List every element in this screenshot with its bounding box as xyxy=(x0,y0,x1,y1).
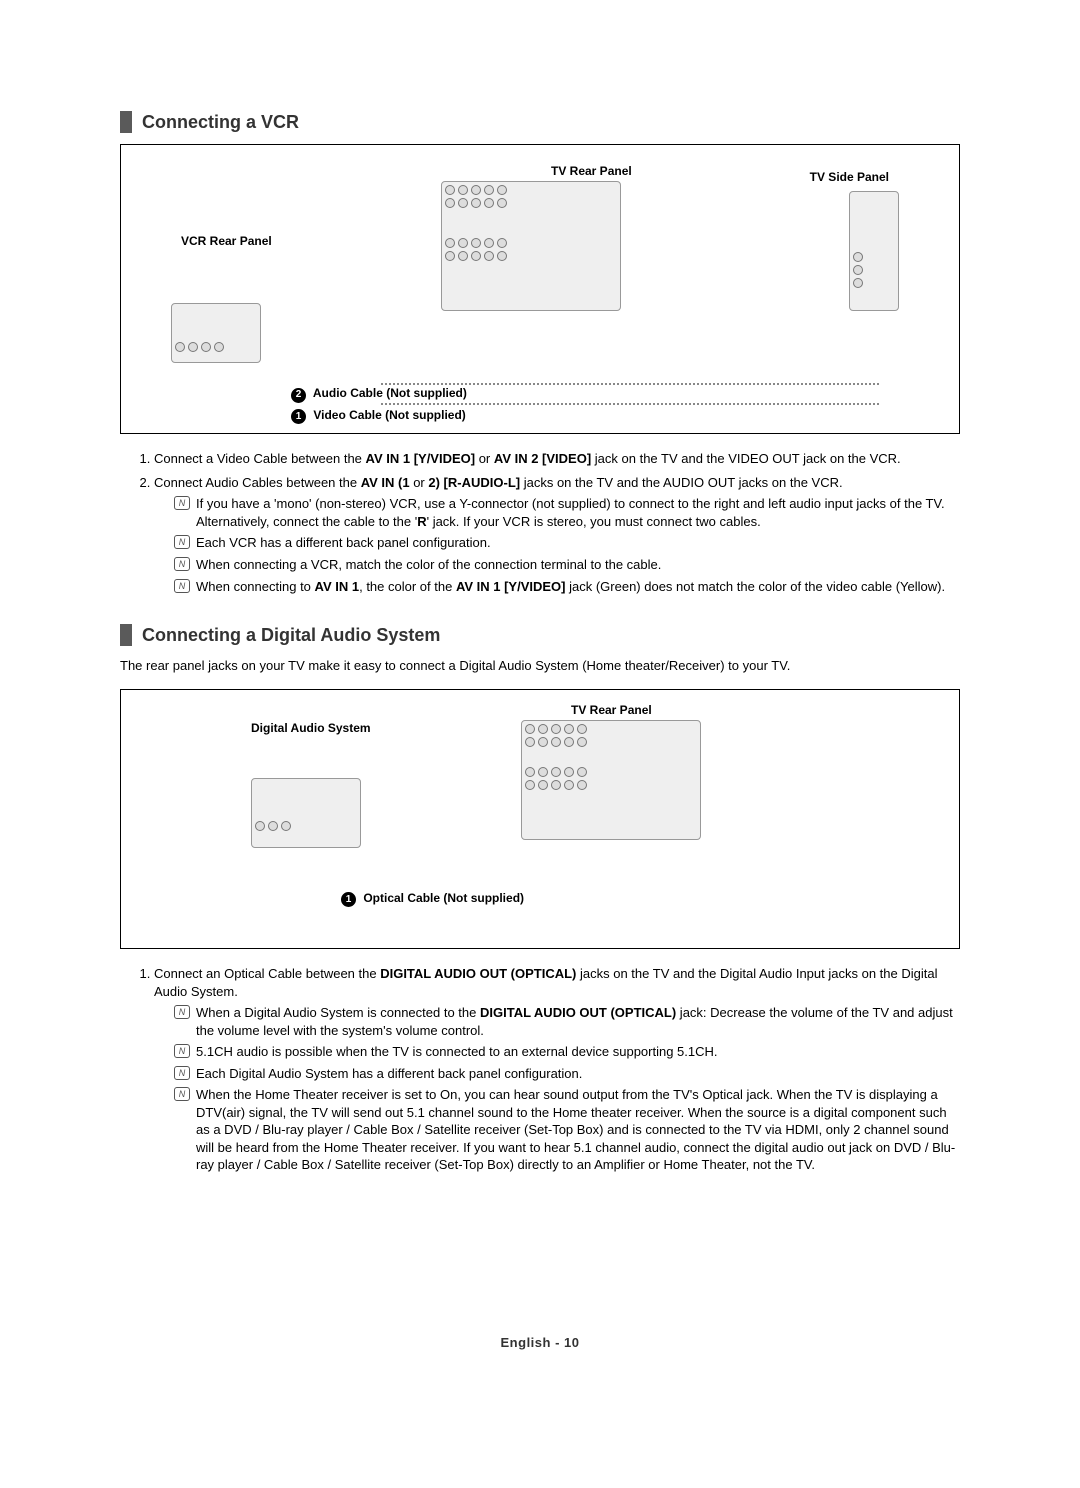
note-text: When connecting to AV IN 1, the color of… xyxy=(196,579,945,594)
cable-label: Audio Cable (Not supplied) xyxy=(313,386,467,400)
section-intro: The rear panel jacks on your TV make it … xyxy=(120,657,960,675)
step-text: Connect a Video Cable between the AV IN … xyxy=(154,451,901,466)
circled-number-icon: 1 xyxy=(291,409,306,424)
note-icon: N xyxy=(174,496,190,510)
vcr-panel-graphic xyxy=(171,303,261,363)
note-item: N When connecting a VCR, match the color … xyxy=(174,556,960,574)
heading-text: Connecting a Digital Audio System xyxy=(142,623,440,647)
note-text: Each Digital Audio System has a differen… xyxy=(196,1066,582,1081)
steps-list-das: Connect an Optical Cable between the DIG… xyxy=(120,965,960,1174)
heading-accent xyxy=(120,624,132,646)
label-das: Digital Audio System xyxy=(251,720,371,736)
note-text: Each VCR has a different back panel conf… xyxy=(196,535,491,550)
heading-text: Connecting a VCR xyxy=(142,110,299,134)
note-icon: N xyxy=(174,579,190,593)
note-text: When connecting a VCR, match the color o… xyxy=(196,557,661,572)
cable-label: Video Cable (Not supplied) xyxy=(313,408,465,422)
note-item: N 5.1CH audio is possible when the TV is … xyxy=(174,1043,960,1061)
tv-rear-panel-graphic xyxy=(441,181,621,311)
note-icon: N xyxy=(174,1005,190,1019)
circled-number-icon: 1 xyxy=(341,892,356,907)
step-item: Connect Audio Cables between the AV IN (… xyxy=(154,474,960,595)
note-item: N When connecting to AV IN 1, the color o… xyxy=(174,578,960,596)
cable-legend-row: 1 Video Cable (Not supplied) xyxy=(291,407,467,424)
section-heading-das: Connecting a Digital Audio System xyxy=(120,623,960,647)
note-text: 5.1CH audio is possible when the TV is c… xyxy=(196,1044,718,1059)
note-item: N Each VCR has a different back panel con… xyxy=(174,534,960,552)
step-item: Connect an Optical Cable between the DIG… xyxy=(154,965,960,1174)
note-text: When a Digital Audio System is connected… xyxy=(196,1005,953,1038)
notes-list: N When a Digital Audio System is connecte… xyxy=(154,1004,960,1174)
note-item: N Each Digital Audio System has a differe… xyxy=(174,1065,960,1083)
step-text: Connect an Optical Cable between the DIG… xyxy=(154,966,937,999)
step-item: Connect a Video Cable between the AV IN … xyxy=(154,450,960,468)
note-icon: N xyxy=(174,1044,190,1058)
label-tv-side: TV Side Panel xyxy=(810,169,889,185)
cable-legend-row: 2 Audio Cable (Not supplied) xyxy=(291,385,467,402)
tv-rear-panel-graphic xyxy=(521,720,701,840)
note-icon: N xyxy=(174,535,190,549)
tv-side-panel-graphic xyxy=(849,191,899,311)
step-text: Connect Audio Cables between the AV IN (… xyxy=(154,475,843,490)
note-icon: N xyxy=(174,557,190,571)
note-item: N When the Home Theater receiver is set t… xyxy=(174,1086,960,1174)
diagram-vcr: TV Rear Panel TV Side Panel VCR Rear Pan… xyxy=(120,144,960,434)
circled-number-icon: 2 xyxy=(291,388,306,403)
label-tv-rear: TV Rear Panel xyxy=(571,702,652,718)
cable-label: Optical Cable (Not supplied) xyxy=(363,891,524,905)
note-icon: N xyxy=(174,1066,190,1080)
heading-accent xyxy=(120,111,132,133)
diagram-das: TV Rear Panel Digital Audio System 1 Opt… xyxy=(120,689,960,949)
note-icon: N xyxy=(174,1087,190,1101)
note-text: When the Home Theater receiver is set to… xyxy=(196,1087,955,1172)
note-item: N When a Digital Audio System is connecte… xyxy=(174,1004,960,1039)
note-text: If you have a 'mono' (non-stereo) VCR, u… xyxy=(196,496,945,529)
section-heading-vcr: Connecting a VCR xyxy=(120,110,960,134)
label-vcr-rear: VCR Rear Panel xyxy=(181,233,272,249)
page-footer: English - 10 xyxy=(120,1334,960,1352)
label-tv-rear: TV Rear Panel xyxy=(551,163,632,179)
note-item: N If you have a 'mono' (non-stereo) VCR, … xyxy=(174,495,960,530)
notes-list: N If you have a 'mono' (non-stereo) VCR, … xyxy=(154,495,960,595)
das-panel-graphic xyxy=(251,778,361,848)
steps-list-vcr: Connect a Video Cable between the AV IN … xyxy=(120,450,960,595)
cable-legend-row: 1 Optical Cable (Not supplied) xyxy=(341,890,524,907)
